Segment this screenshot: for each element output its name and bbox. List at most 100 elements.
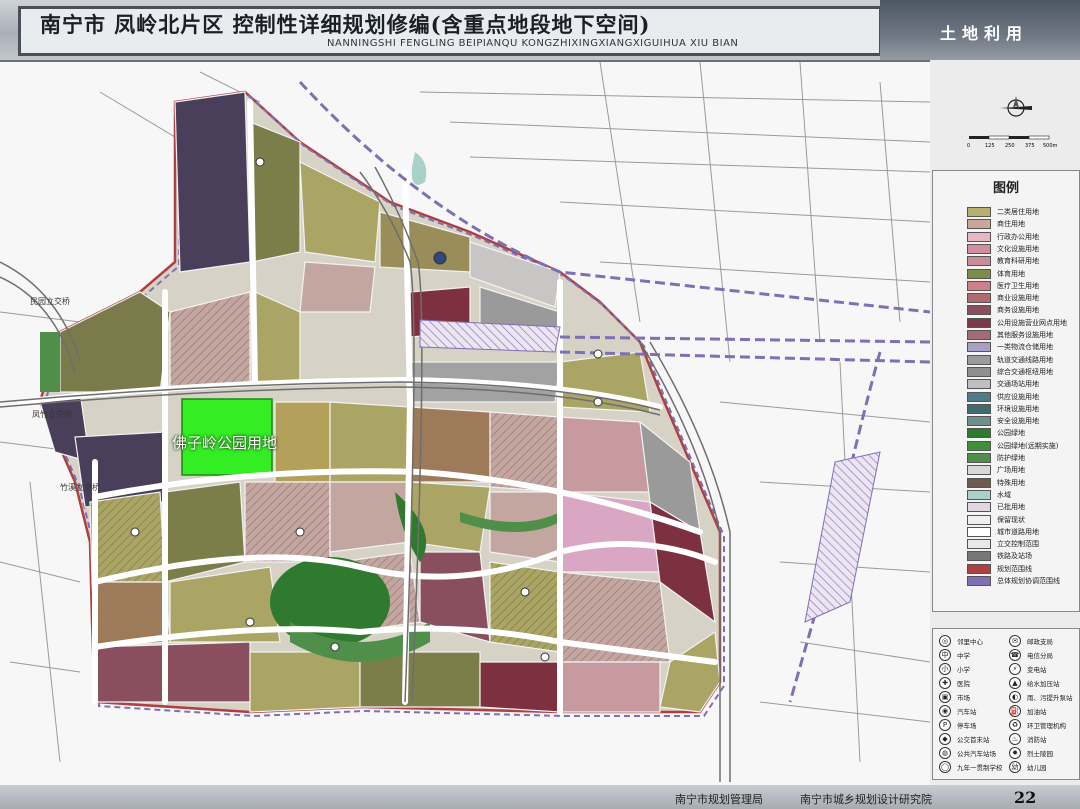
- symbol-item: 小小学: [939, 662, 970, 675]
- symbol-item: ▣ 市场: [939, 690, 970, 703]
- symbol-label: 公交首末站: [957, 735, 990, 744]
- land-use-map[interactable]: 民园立交桥 凤竹立交桥 竹溪立交桥 佛子岭公园用地: [0, 62, 930, 785]
- legend-label: 一类物流仓储用地: [997, 343, 1053, 352]
- legend-swatch: [967, 576, 991, 586]
- symbol-item: ◎ 邻里中心: [939, 634, 983, 647]
- legend-swatch: [967, 440, 991, 451]
- facility-symbol-icon: ◍: [939, 746, 951, 759]
- symbol-legend-panel: ◎ 邻里中心中中学小小学 ✚ 医院 ▣ 市场 ◉ 汽车站 P 停车场 ◆ 公交首末站 ◍ 公共汽车站场 ◯ 九…: [932, 628, 1080, 780]
- legend-label: 水域: [997, 490, 1011, 499]
- svg-text:250: 250: [1005, 143, 1015, 148]
- legend-label: 交通场站用地: [997, 380, 1039, 389]
- svg-text:125: 125: [985, 143, 995, 148]
- symbol-label: 给水加压站: [1027, 679, 1060, 688]
- legend-swatch: [967, 207, 991, 217]
- legend-item: 行政办公用地: [967, 231, 1039, 242]
- legend-label: 轨道交通线路用地: [997, 355, 1053, 364]
- legend-label: 公园绿地: [997, 429, 1025, 438]
- symbol-label: 九年一贯制学校: [957, 763, 1003, 772]
- legend-label: 其他服务设施用地: [997, 331, 1053, 339]
- facility-symbol-icon: 中: [939, 648, 951, 661]
- legend-swatch: [967, 231, 991, 242]
- symbol-label: 邮政支局: [1027, 637, 1053, 646]
- legend-label: 环境设施用地: [997, 404, 1039, 413]
- symbol-item: ◉ 汽车站: [939, 704, 977, 717]
- legend-swatch: [967, 465, 991, 476]
- road-label-zhuxi: 竹溪立交桥: [60, 482, 100, 492]
- road-label-minyuan: 民园立交桥: [30, 296, 70, 306]
- legend-item: 交通场站用地: [967, 379, 1039, 390]
- symbol-item: ☎ 电信分局: [1009, 648, 1053, 661]
- legend-label: 综合交通枢纽用地: [997, 367, 1053, 376]
- legend-item: 城市道路用地: [967, 526, 1039, 537]
- legend-title: 图例: [992, 181, 1019, 196]
- facility-symbol-icon: ⚡: [1009, 662, 1021, 675]
- symbol-item: ◆ 公交首末站: [939, 732, 990, 745]
- legend-item: 已批用地: [967, 502, 1025, 513]
- legend-item: 教育科研用地: [967, 256, 1039, 267]
- legend-label: 二类居住用地: [997, 208, 1039, 216]
- legend-item: 铁路及站场: [967, 551, 1032, 562]
- facility-symbol-icon: ▣: [939, 690, 951, 703]
- symbol-label: 雨、污提升泵站: [1027, 693, 1073, 702]
- legend-item: 商住用地: [967, 219, 1025, 230]
- legend-swatch: [967, 293, 991, 304]
- legend-item: 总体规划协调范围线: [967, 576, 1060, 586]
- water-body: [411, 152, 427, 185]
- symbol-label: 消防站: [1027, 735, 1047, 744]
- svg-text:0: 0: [967, 143, 970, 148]
- legend-swatch: [967, 342, 991, 353]
- legend-label: 城市道路用地: [997, 527, 1039, 536]
- svg-text:375: 375: [1025, 143, 1035, 148]
- legend-item: 商务设施用地: [967, 305, 1039, 316]
- symbol-label: 医院: [957, 679, 970, 688]
- legend-item: 广场用地: [967, 465, 1025, 476]
- legend-label: 商务设施用地: [997, 306, 1039, 315]
- symbol-label: 加油站: [1027, 707, 1047, 716]
- legend-label: 安全设施用地: [997, 417, 1039, 426]
- symbol-label: 停车场: [957, 721, 977, 730]
- symbol-label: 汽车站: [957, 707, 977, 716]
- legend-swatch: [967, 477, 991, 488]
- legend-swatch: [967, 526, 991, 537]
- symbol-item: ♻ 环卫管理机构: [1009, 718, 1066, 731]
- legend-swatch: [967, 219, 991, 230]
- symbol-item: ✹ 烈士陵园: [1009, 746, 1053, 759]
- legend-swatch: [967, 354, 991, 365]
- symbol-item: 幼幼儿园: [1009, 760, 1047, 773]
- legend-label: 总体规划协调范围线: [997, 577, 1060, 585]
- legend-item: 体育用地: [967, 268, 1025, 279]
- legend-item: 公用设施营业网点用地: [967, 317, 1067, 328]
- symbol-item: ▲ 给水加压站: [1009, 676, 1060, 689]
- symbol-label: 幼儿园: [1027, 763, 1047, 772]
- legend-label: 保留现状: [997, 515, 1025, 524]
- symbol-label: 公共汽车站场: [957, 749, 996, 758]
- legend-label: 公用设施营业网点用地: [997, 318, 1067, 327]
- legend-item: 环境设施用地: [967, 403, 1039, 414]
- map-canvas: 民园立交桥 凤竹立交桥 竹溪立交桥: [0, 62, 930, 782]
- legend-panel: 图例 二类居住用地商住用地 行政办公用地 文化设施用地 教育科研用地 体育用地医疗卫生用…: [932, 170, 1080, 612]
- legend-label: 供应设施用地: [997, 392, 1039, 401]
- highlight-park-label: 佛子岭公园用地: [172, 434, 278, 452]
- legend-swatch: [967, 428, 991, 439]
- legend-item: 医疗卫生用地: [967, 280, 1039, 291]
- legend-item: 综合交通枢纽用地: [967, 366, 1053, 377]
- symbol-item: ◯ 九年一贯制学校: [939, 760, 1003, 773]
- facility-symbol-icon: ☎: [1009, 648, 1021, 661]
- legend-label: 医疗卫生用地: [997, 281, 1039, 290]
- legend-swatch: [967, 243, 991, 254]
- facility-symbol-icon: ◆: [939, 732, 951, 745]
- legend-item: 文化设施用地: [967, 243, 1039, 254]
- legend-item: 商业设施用地: [967, 293, 1039, 304]
- facility-symbol-icon: ✚: [939, 676, 951, 689]
- symbol-item: 中中学: [939, 648, 970, 661]
- road-label-fengzhu: 凤竹立交桥: [32, 409, 72, 419]
- legend-label: 已批用地: [997, 503, 1025, 512]
- legend-swatch: [967, 502, 991, 513]
- facility-symbol-icon: 小: [939, 662, 951, 675]
- legend-label: 广场用地: [997, 466, 1025, 475]
- symbol-label: 电信分局: [1027, 651, 1053, 660]
- legend-swatch: [967, 317, 991, 328]
- symbol-label: 市场: [957, 693, 970, 702]
- legend-item: 防护绿地: [967, 453, 1025, 463]
